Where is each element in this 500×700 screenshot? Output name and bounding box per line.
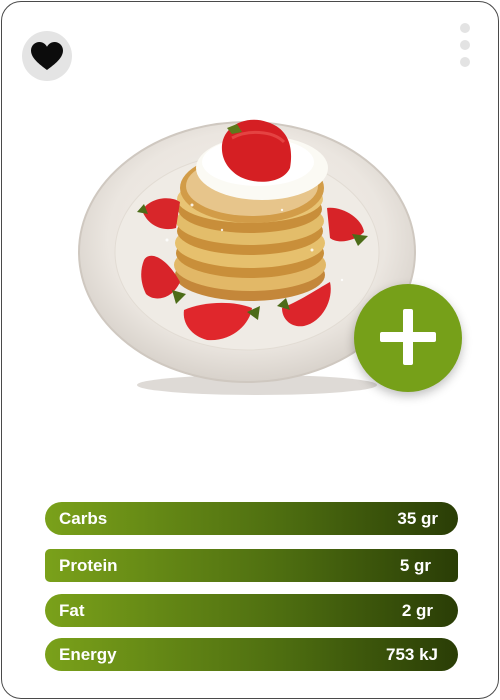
nutrient-value: 753 kJ	[386, 645, 438, 664]
nutrient-label: Energy	[59, 645, 117, 664]
nutrient-row-fat: Fat 2 gr	[45, 594, 458, 627]
recipe-title-area	[60, 410, 440, 470]
nutrient-row-energy: Energy 753 kJ	[45, 638, 458, 671]
nutrient-label: Protein	[59, 556, 118, 575]
favorite-button[interactable]	[22, 31, 72, 81]
recipe-card: Carbs 35 gr Protein 5 gr Fat 2 gr Energy…	[1, 1, 499, 699]
nutrient-label: Carbs	[59, 509, 108, 528]
nutrient-value: 35 gr	[397, 509, 438, 528]
nutrient-value: 5 gr	[399, 556, 431, 575]
add-button[interactable]	[354, 284, 462, 392]
heart-icon	[31, 42, 63, 70]
nutrient-value: 2 gr	[401, 601, 433, 620]
nutrient-row-protein: Protein 5 gr	[45, 549, 458, 582]
nutrient-row-carbs: Carbs 35 gr	[45, 502, 458, 535]
more-options-button[interactable]	[453, 20, 477, 72]
nutrient-label: Fat	[59, 601, 85, 620]
